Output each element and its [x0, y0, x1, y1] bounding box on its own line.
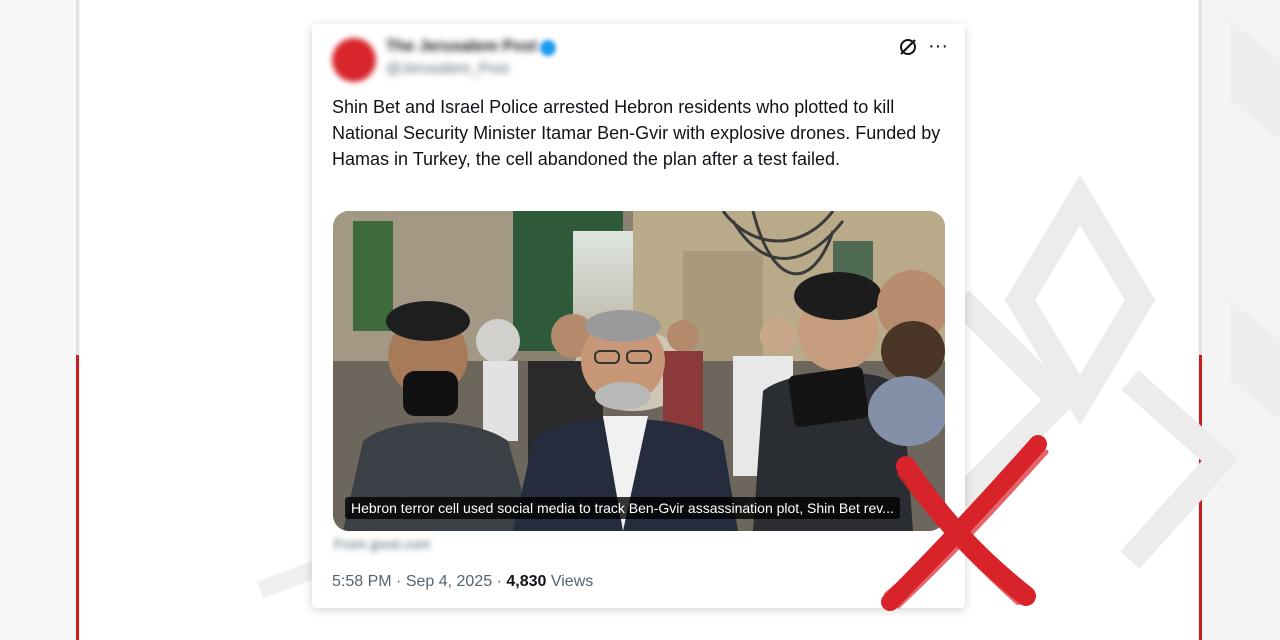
meta-separator: · — [396, 573, 402, 590]
media-caption: Hebron terror cell used social media to … — [345, 497, 900, 519]
verified-badge-icon — [540, 40, 556, 56]
tweet-media[interactable]: Hebron terror cell used social media to … — [333, 211, 945, 531]
source-link[interactable]: From jpost.com — [334, 536, 430, 552]
grok-icon[interactable] — [898, 37, 918, 57]
account-handle[interactable]: @Jerusalem_Post — [386, 60, 509, 77]
tweet-meta: 5:58 PM · Sep 4, 2025 · 4,830 Views — [332, 573, 593, 591]
views-label: Views — [550, 573, 594, 590]
views-count: 4,830 — [506, 573, 547, 590]
avatar[interactable] — [332, 38, 376, 82]
tweet-text: Shin Bet and Israel Police arrested Hebr… — [332, 97, 941, 169]
tweet-date[interactable]: Sep 4, 2025 — [406, 573, 492, 590]
account-name[interactable]: The Jerusalem Post — [386, 38, 537, 56]
tweet-card[interactable]: The Jerusalem Post @Jerusalem_Post ··· S… — [312, 24, 965, 608]
red-x-icon — [881, 435, 1049, 611]
tweet-time[interactable]: 5:58 PM — [332, 573, 392, 590]
news-photo — [333, 211, 945, 531]
more-icon[interactable]: ··· — [928, 36, 948, 56]
meta-separator: · — [496, 573, 502, 590]
